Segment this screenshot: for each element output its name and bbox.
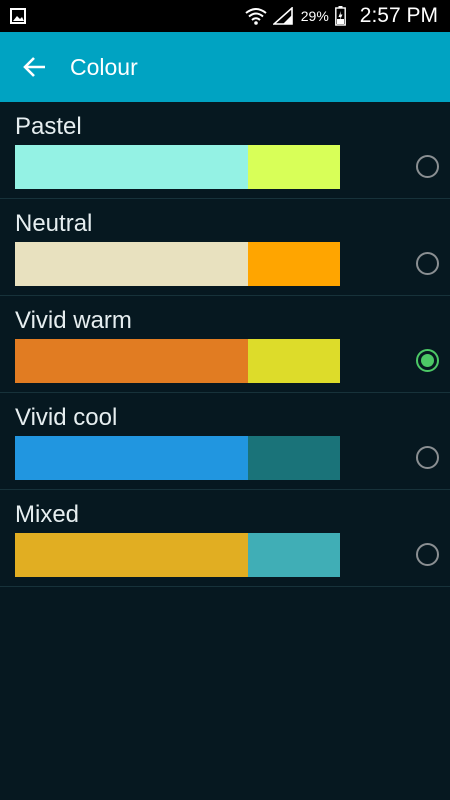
swatch-accent-color xyxy=(248,533,340,577)
swatch-main-color xyxy=(15,145,248,189)
colour-swatch xyxy=(15,242,340,286)
wifi-icon xyxy=(245,8,267,25)
radio-button[interactable] xyxy=(416,252,439,275)
swatch-main-color xyxy=(15,533,248,577)
swatch-main-color xyxy=(15,339,248,383)
option-label: Pastel xyxy=(15,113,82,140)
option-label: Neutral xyxy=(15,210,93,237)
radio-button[interactable] xyxy=(416,446,439,469)
app-bar: Colour xyxy=(0,32,450,102)
option-label: Mixed xyxy=(15,501,80,528)
colour-option-mixed[interactable]: Mixed xyxy=(0,490,450,587)
radio-selected-dot xyxy=(421,354,434,367)
colour-option-pastel[interactable]: Pastel xyxy=(0,102,450,199)
colour-swatch xyxy=(15,145,340,189)
colour-option-neutral[interactable]: Neutral xyxy=(0,199,450,296)
option-label: Vivid cool xyxy=(15,404,118,431)
status-bar: 29% 2:57 PM xyxy=(0,0,450,32)
radio-button[interactable] xyxy=(416,155,439,178)
swatch-main-color xyxy=(15,436,248,480)
status-right-group: 29% 2:57 PM xyxy=(245,0,438,32)
option-label: Vivid warm xyxy=(15,307,132,334)
colour-swatch xyxy=(15,436,340,480)
arrow-left-icon xyxy=(23,57,45,77)
swatch-accent-color xyxy=(248,436,340,480)
swatch-main-color xyxy=(15,242,248,286)
colour-swatch xyxy=(15,533,340,577)
radio-button[interactable] xyxy=(416,543,439,566)
gallery-icon xyxy=(10,8,26,24)
signal-icon xyxy=(272,7,293,25)
back-button[interactable] xyxy=(20,54,50,80)
colour-option-vivid-warm[interactable]: Vivid warm xyxy=(0,296,450,393)
radio-button-selected[interactable] xyxy=(416,349,439,372)
status-time: 2:57 PM xyxy=(359,4,438,27)
swatch-accent-color xyxy=(248,339,340,383)
battery-percent: 29% xyxy=(300,8,329,24)
colour-option-vivid-cool[interactable]: Vivid cool xyxy=(0,393,450,490)
page-title: Colour xyxy=(70,54,138,80)
swatch-accent-color xyxy=(248,242,340,286)
colour-option-list: Pastel Neutral Vivid warm Vivid cool Mix… xyxy=(0,102,450,587)
battery-icon xyxy=(334,6,346,26)
colour-swatch xyxy=(15,339,340,383)
swatch-accent-color xyxy=(248,145,340,189)
